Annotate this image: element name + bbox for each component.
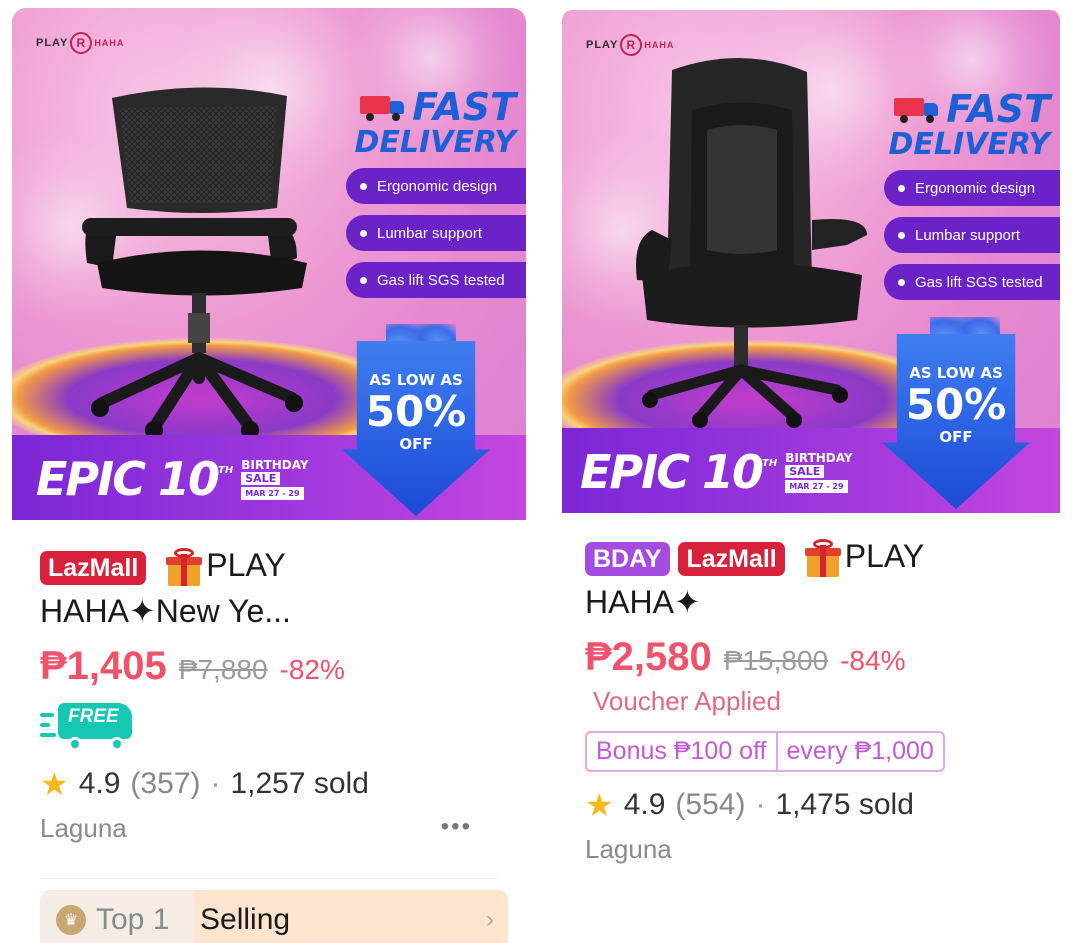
product-info: BDAY LazMall PLAY HAHA✦ ₱2,580 ₱15,800 -8… [562,533,1060,865]
price-row: ₱1,405 ₱7,880 -82% [40,644,498,689]
epic-sale-label: EPIC 10 TH BIRTHDAY SALE MAR 27 - 29 [580,445,853,499]
location: Laguna [40,813,127,843]
product-image[interactable]: PLAY R HAHA FAST DELIVERY Ergonomic desi… [562,10,1060,513]
rating-row: ★ 4.9 (357) · 1,257 sold [40,766,369,802]
product-title-line2[interactable]: HAHA✦ [585,579,1037,625]
promo-arrow: AS LOW AS 50% OFF [342,341,490,516]
product-card-2[interactable]: PLAY R HAHA FAST DELIVERY Ergonomic desi… [562,10,1060,943]
product-title[interactable]: LazMall PLAY [40,542,498,588]
bday-badge: BDAY [585,541,670,576]
chevron-right-icon: › [486,906,494,933]
truck-icon [360,94,406,121]
gaming-chair-image [636,57,867,428]
feature-item: Ergonomic design [346,168,526,204]
sold-count: 1,475 sold [775,788,914,821]
gift-icon [164,547,204,588]
review-count: (554) [675,788,746,821]
promo-arrow: AS LOW AS 50% OFF [882,334,1030,509]
original-price: ₱7,880 [178,654,268,685]
sold-count: 1,257 sold [230,767,369,800]
feature-item: Lumbar support [346,215,526,251]
rating: 4.9 [78,767,121,800]
lazmall-badge: LazMall [678,541,785,576]
trophy-icon: ♛ [56,905,86,935]
review-count: (357) [130,767,201,800]
rating: 4.9 [623,788,666,821]
feature-list: Ergonomic design Lumbar support Gas lift… [884,170,1060,311]
bonus-tag: Bonus ₱100 off every ₱1,000 [585,731,945,772]
feature-list: Ergonomic design Lumbar support Gas lift… [346,168,526,309]
price-row: ₱2,580 ₱15,800 -84% [585,635,1037,680]
divider [40,878,498,879]
original-price: ₱15,800 [723,645,829,676]
lazmall-badge: LazMall [40,550,147,585]
location: Laguna [585,834,672,864]
product-card-1[interactable]: PLAY R HAHA FAST DELIVERY Ergonomic desi… [12,8,526,943]
free-shipping-icon: FREE [40,699,136,751]
feature-item: Gas lift SGS tested [884,264,1060,300]
star-icon: ★ [40,766,69,802]
epic-sale-label: EPIC 10 TH BIRTHDAY SALE MAR 27 - 29 [36,452,309,506]
voucher-applied: Voucher Applied [593,686,781,716]
feature-item: Gas lift SGS tested [346,262,526,298]
brand-logo: PLAY R HAHA [36,32,124,54]
rating-row: ★ 4.9 (554) · 1,475 sold [585,787,914,823]
fast-delivery-label: FAST DELIVERY [888,87,1050,162]
price: ₱2,580 [585,635,712,679]
product-title-line2[interactable]: HAHA✦New Ye... [40,588,498,634]
price: ₱1,405 [40,644,167,688]
more-icon[interactable]: ••• [441,813,472,841]
truck-icon [894,96,940,123]
feature-item: Lumbar support [884,217,1060,253]
office-chair-image [82,87,307,439]
star-icon: ★ [585,787,614,823]
feature-item: Ergonomic design [884,170,1060,206]
gift-icon [803,538,843,579]
discount: -84% [840,645,906,676]
product-title[interactable]: BDAY LazMall PLAY [585,533,1037,579]
discount: -82% [279,654,345,685]
product-grid: PLAY R HAHA FAST DELIVERY Ergonomic desi… [0,0,1080,943]
top-selling-banner[interactable]: ♛ Top 1 Selling › [40,890,508,943]
product-info: LazMall PLAY HAHA✦New Ye... ₱1,405 ₱7,880… [12,542,526,844]
fast-delivery-label: FAST DELIVERY [354,85,516,160]
product-image[interactable]: PLAY R HAHA FAST DELIVERY Ergonomic desi… [12,8,526,520]
